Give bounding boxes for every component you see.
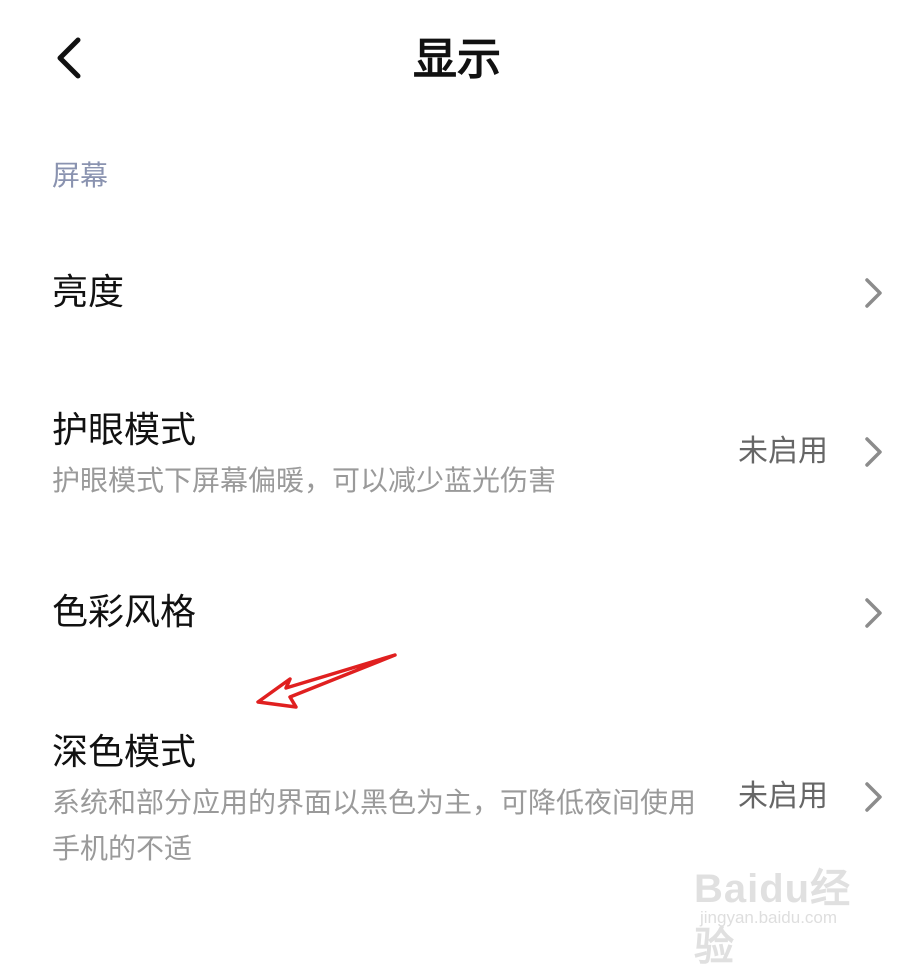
section-title-screen: 屏幕 [52,159,109,192]
setting-item-brightness[interactable]: 亮度 [0,250,914,334]
top-bar: 显示 [0,0,914,124]
setting-title: 护眼模式 [52,410,197,451]
setting-value: 未启用 [738,779,828,814]
setting-description: 护眼模式下屏幕偏暖，可以减少蓝光伤害 [52,464,557,497]
chevron-right-icon [865,782,882,812]
page-title: 显示 [413,34,501,85]
setting-title: 深色模式 [52,732,197,773]
setting-item-eye-care[interactable]: 护眼模式 护眼模式下屏幕偏暖，可以减少蓝光伤害 未启用 [0,396,914,514]
chevron-right-icon [865,437,882,467]
setting-value: 未启用 [738,434,828,469]
chevron-right-icon [865,598,882,628]
setting-description: 系统和部分应用的界面以黑色为主，可降低夜间使用手机的不适 [52,786,697,865]
setting-item-dark-mode[interactable]: 深色模式 系统和部分应用的界面以黑色为主，可降低夜间使用手机的不适 未启用 [0,720,914,880]
setting-title: 色彩风格 [52,592,197,633]
setting-title: 亮度 [52,272,125,313]
setting-item-color-style[interactable]: 色彩风格 [0,572,914,656]
watermark-url: jingyan.baidu.com [700,908,838,927]
chevron-right-icon [865,278,882,308]
